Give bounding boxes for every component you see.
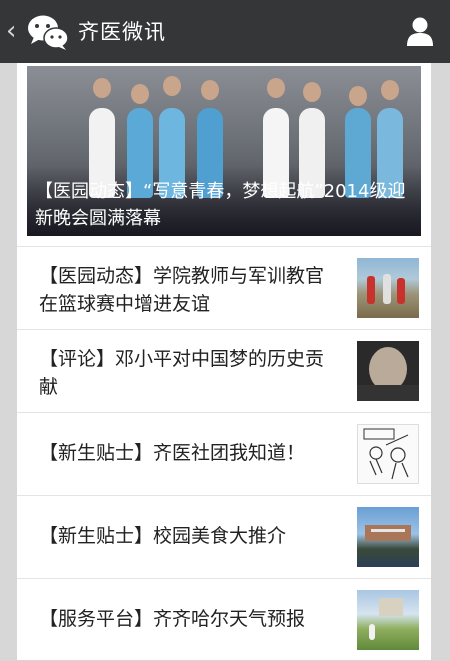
article-title: 【医园动态】学院教师与军训教官在篮球赛中增进友谊 — [39, 265, 325, 315]
list-item[interactable]: 【新生贴士】校园美食大推介 — [17, 495, 431, 578]
list-item[interactable]: 【医园动态】学院教师与军训教官在篮球赛中增进友谊 — [17, 246, 431, 329]
article-title: 【评论】邓小平对中国梦的历史贡献 — [39, 348, 325, 398]
list-item[interactable]: 【评论】邓小平对中国梦的历史贡献 — [17, 329, 431, 412]
hero-article[interactable]: 【医园动态】“写意青春，梦想起航”2014级迎新晚会圆满落幕 — [27, 66, 421, 236]
hero-caption: 【医园动态】“写意青春，梦想起航”2014级迎新晚会圆满落幕 — [35, 181, 406, 229]
article-title: 【服务平台】齐齐哈尔天气预报 — [39, 608, 306, 630]
article-title: 【新生贴士】校园美食大推介 — [39, 525, 287, 547]
article-thumbnail — [357, 258, 419, 318]
article-thumbnail — [357, 507, 419, 567]
list-item[interactable]: 【新生贴士】齐医社团我知道！ — [17, 412, 431, 495]
wechat-logo-icon — [28, 15, 69, 50]
user-profile-icon[interactable] — [406, 16, 434, 46]
article-thumbnail — [357, 341, 419, 401]
article-list-card: 【医园动态】“写意青春，梦想起航”2014级迎新晚会圆满落幕 【医园动态】学院教… — [17, 63, 431, 660]
chevron-left-icon[interactable]: ‹ — [6, 18, 16, 44]
page-title: 齐医微讯 — [78, 20, 166, 44]
article-thumbnail — [357, 424, 419, 484]
article-title: 【新生贴士】齐医社团我知道！ — [39, 442, 306, 464]
title-bar: ‹ 齐医微讯 — [0, 0, 450, 63]
article-thumbnail — [357, 590, 419, 650]
list-item[interactable]: 【服务平台】齐齐哈尔天气预报 — [17, 578, 431, 661]
